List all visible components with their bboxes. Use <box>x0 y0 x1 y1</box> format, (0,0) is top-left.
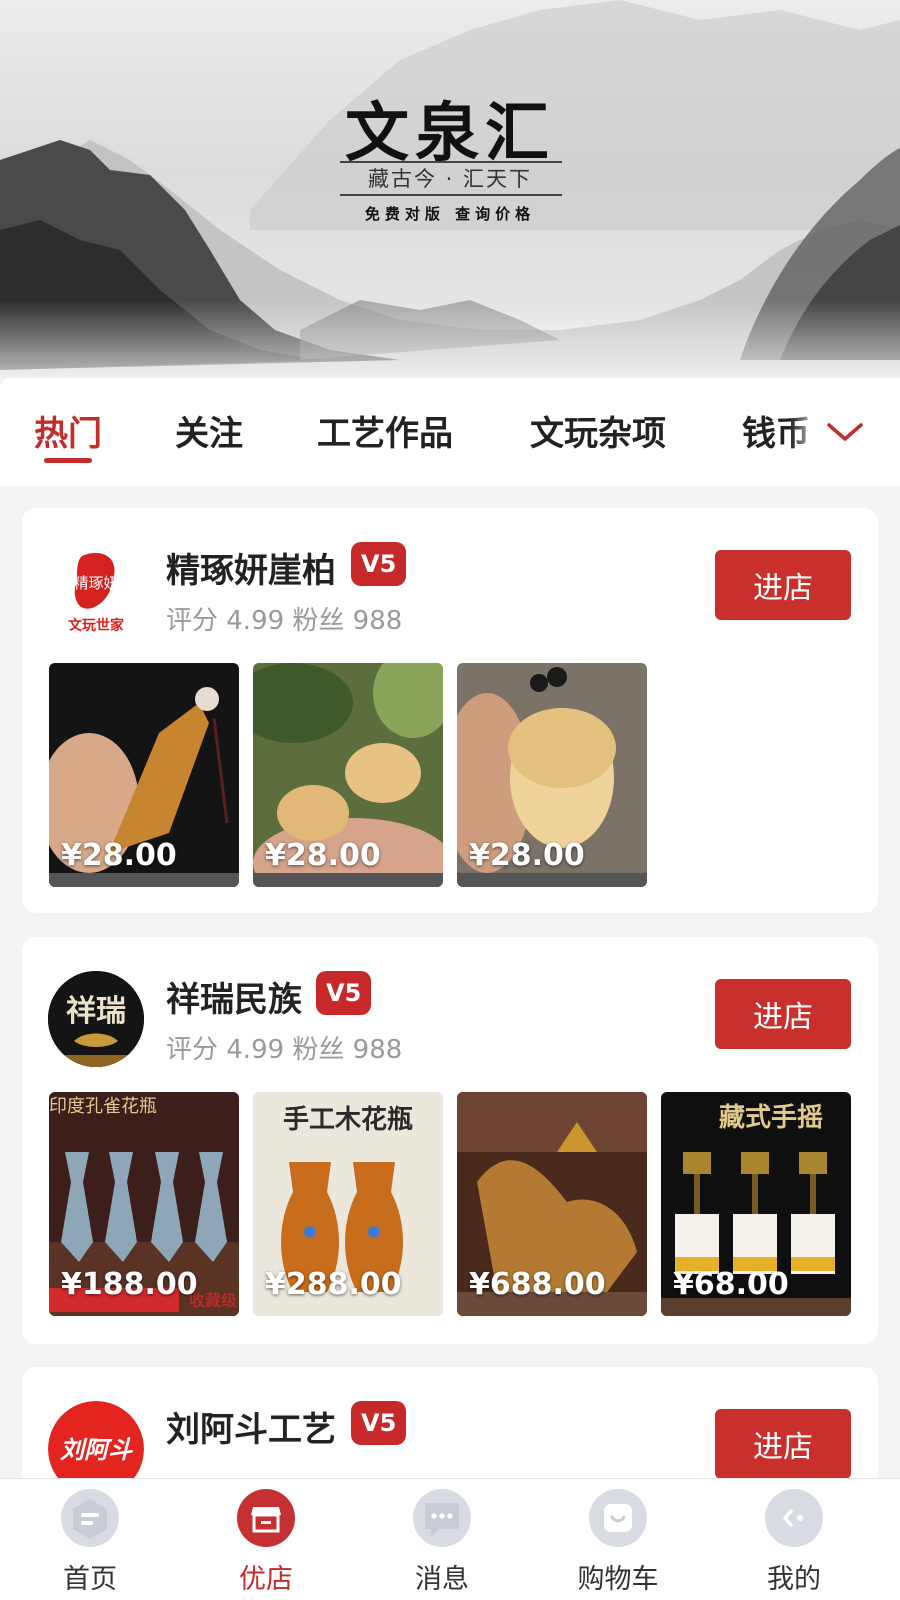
product-overlay-text: 印度孔雀花瓶 <box>49 1096 157 1117</box>
more-tabs-button[interactable] <box>790 378 900 486</box>
shop-name[interactable]: 精琢妍崖柏 <box>166 543 336 592</box>
chevron-down-icon <box>827 423 863 441</box>
shop-card[interactable]: 祥瑞 祥瑞民族 V5 评分 4.99 粉丝 988 进店 印度孔雀花瓶 收藏级 … <box>22 937 878 1344</box>
product-price: ¥28.00 <box>265 838 381 873</box>
product-row: ¥28.00 ¥28.00 ¥28.00 <box>49 663 878 887</box>
shop-logo: 祥瑞 <box>48 971 144 1067</box>
product-price: ¥188.00 <box>61 1267 198 1302</box>
nav-label: 购物车 <box>577 1564 659 1595</box>
logo-text: 精琢妍 <box>73 574 118 592</box>
product-price: ¥28.00 <box>61 838 177 873</box>
shop-name[interactable]: 刘阿斗工艺 <box>166 1402 336 1451</box>
logo-text: 祥瑞 <box>66 994 126 1029</box>
tab-collectibles[interactable]: 文玩杂项 <box>530 406 666 455</box>
nav-label: 消息 <box>415 1564 469 1595</box>
nav-home[interactable]: 首页 <box>0 1479 180 1600</box>
divider <box>340 194 562 196</box>
brand-slogan: 藏古今 · 汇天下 <box>367 167 533 191</box>
enter-shop-button[interactable]: 进店 <box>715 979 851 1049</box>
level-badge: V5 <box>351 1401 407 1445</box>
product-heading: 手工木花瓶 <box>283 1105 413 1135</box>
profile-icon <box>765 1489 823 1547</box>
enter-shop-button[interactable]: 进店 <box>715 1409 851 1479</box>
level-badge: V5 <box>316 971 372 1015</box>
hero-banner: 文泉汇 藏古今 · 汇天下 免费对版 查询价格 <box>0 0 900 378</box>
nav-messages[interactable]: 消息 <box>352 1479 532 1600</box>
logo-text: 刘阿斗 <box>60 1436 133 1464</box>
product-row: 印度孔雀花瓶 收藏级 ¥188.00 手工木花瓶 ¥288.00 ¥688.00… <box>49 1092 878 1316</box>
active-tab-indicator <box>44 458 92 463</box>
nav-cart[interactable]: 购物车 <box>528 1479 708 1600</box>
brand-subtitle: 免费对版 查询价格 <box>364 205 536 223</box>
shop-stats: 评分 4.99 粉丝 988 <box>166 1035 403 1065</box>
shop-logo: 精琢妍 文玩世家 <box>48 542 144 638</box>
level-badge: V5 <box>351 542 407 586</box>
shop-card[interactable]: 精琢妍 文玩世家 精琢妍崖柏 V5 评分 4.99 粉丝 988 进店 ¥28.… <box>22 508 878 913</box>
bottom-nav: 首页 优店 消息 购物车 我的 <box>0 1478 900 1600</box>
cart-icon <box>589 1489 647 1547</box>
tab-hot[interactable]: 热门 <box>34 406 102 455</box>
shop-stats: 评分 4.99 粉丝 988 <box>166 606 403 636</box>
nav-label: 我的 <box>767 1564 821 1595</box>
product-thumbnail[interactable]: ¥28.00 <box>253 663 443 887</box>
nav-label: 优店 <box>239 1564 293 1595</box>
logo-caption: 文玩世家 <box>68 617 125 634</box>
tab-crafts[interactable]: 工艺作品 <box>317 406 453 455</box>
product-thumbnail[interactable]: ¥688.00 <box>457 1092 647 1316</box>
product-price: ¥28.00 <box>469 838 585 873</box>
product-price: ¥288.00 <box>265 1267 402 1302</box>
product-thumbnail[interactable]: 手工木花瓶 ¥288.00 <box>253 1092 443 1316</box>
product-heading: 藏式手摇 <box>719 1103 823 1133</box>
category-tabs: 热门 关注 工艺作品 文玩杂项 钱币 <box>0 378 900 486</box>
product-price: ¥688.00 <box>469 1267 606 1302</box>
product-thumbnail[interactable]: ¥28.00 <box>49 663 239 887</box>
app-screen: 文泉汇 藏古今 · 汇天下 免费对版 查询价格 热门 关注 工艺作品 文玩杂项 … <box>0 0 900 1600</box>
enter-shop-button[interactable]: 进店 <box>715 550 851 620</box>
shop-icon <box>237 1489 295 1547</box>
nav-label: 首页 <box>63 1564 117 1595</box>
shop-name[interactable]: 祥瑞民族 <box>166 972 302 1021</box>
shop-logo-image: 祥瑞 <box>48 971 144 1067</box>
shop-logo-image: 精琢妍 文玩世家 <box>68 552 125 634</box>
nav-shop[interactable]: 优店 <box>176 1479 356 1600</box>
product-thumbnail[interactable]: 藏式手摇 ¥68.00 <box>661 1092 851 1316</box>
product-thumbnail[interactable]: ¥28.00 <box>457 663 647 887</box>
product-price: ¥68.00 <box>673 1267 789 1302</box>
tab-following[interactable]: 关注 <box>175 406 243 455</box>
home-icon <box>61 1489 119 1547</box>
product-thumbnail[interactable]: 印度孔雀花瓶 收藏级 ¥188.00 <box>49 1092 239 1316</box>
message-icon <box>413 1489 471 1547</box>
nav-profile[interactable]: 我的 <box>704 1479 884 1600</box>
